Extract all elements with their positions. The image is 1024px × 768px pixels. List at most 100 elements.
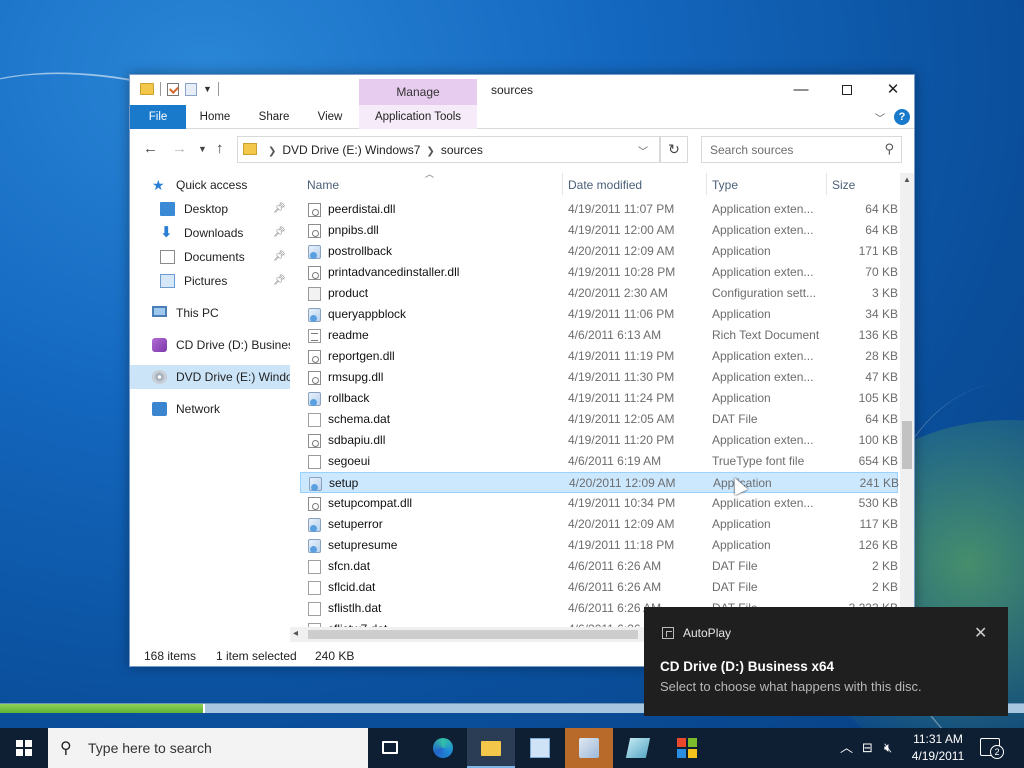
tab-share[interactable]: Share [248, 105, 300, 129]
horizontal-scroll-thumb[interactable] [308, 630, 638, 639]
file-row[interactable]: setup 4/20/2011 12:09 AM Application 241 KB [300, 472, 899, 493]
taskbar-search-placeholder: Type here to search [88, 740, 212, 756]
file-row[interactable]: setuperror 4/20/2011 12:09 AM Application 1… [300, 514, 898, 535]
network-app-taskbar-button[interactable] [516, 728, 564, 768]
action-center-icon[interactable]: 2 [980, 738, 1004, 759]
column-header-type[interactable]: Type [712, 178, 738, 192]
close-button[interactable]: ✕ [870, 75, 916, 105]
file-size: 171 KB [858, 244, 898, 258]
file-dat-icon [308, 560, 321, 574]
windows-flag-taskbar-button[interactable] [663, 728, 711, 768]
breadcrumb-sources[interactable]: sources [441, 143, 483, 157]
file-type: Application [712, 538, 771, 552]
tab-file[interactable]: File [130, 105, 186, 129]
expand-ribbon-chevron-icon[interactable]: ﹀ [875, 110, 885, 125]
address-field[interactable]: ❯ DVD Drive (E:) Windows7 ❯ sources ﹀ [237, 136, 660, 163]
forward-arrow-icon[interactable]: → [172, 140, 187, 157]
nav-item-desktop[interactable]: Desktop 📌︎ [130, 197, 290, 221]
volume-muted-icon[interactable]: 🔇︎ [884, 728, 892, 768]
file-row[interactable]: peerdistai.dll 4/19/2011 11:07 PM Applicat… [300, 199, 898, 220]
file-cfg-icon [308, 287, 321, 301]
network-tray-icon[interactable]: ⊟ [862, 728, 873, 768]
setup-taskbar-button[interactable] [565, 728, 613, 768]
tab-application-tools[interactable]: Application Tools [359, 105, 477, 129]
taskbar: ⚲ Type here to search ︿ ⊟ 🔇︎ 11:31 AM 4/… [0, 728, 1024, 768]
ribbon-tabs: File Home Share View Application Tools ﹀… [130, 105, 914, 129]
column-header-date[interactable]: Date modified [568, 178, 642, 192]
nav-item-computer[interactable]: This PC [130, 301, 290, 325]
show-hidden-icons-chevron-icon[interactable]: ︿ [840, 728, 853, 768]
nav-item-download[interactable]: ⬇ Downloads 📌︎ [130, 221, 290, 245]
file-row[interactable]: segoeui 4/6/2011 6:19 AM TrueType font fil… [300, 451, 898, 472]
file-row[interactable]: printadvancedinstaller.dll 4/19/2011 10:2… [300, 262, 898, 283]
nav-item-documents[interactable]: Documents 📌︎ [130, 245, 290, 269]
autoplay-notification[interactable]: AutoPlay ✕ CD Drive (D:) Business x64 Se… [644, 607, 1008, 716]
clock[interactable]: 11:31 AM 4/19/2011 [906, 731, 970, 765]
breadcrumb-dvd-drive[interactable]: DVD Drive (E:) Windows7 [282, 143, 420, 157]
file-row[interactable]: schema.dat 4/19/2011 12:05 AM DAT File 64 K… [300, 409, 898, 430]
file-explorer-taskbar-button[interactable] [467, 728, 515, 768]
file-type: Application [712, 307, 771, 321]
recent-locations-chevron-icon[interactable]: ▼ [198, 144, 207, 154]
customize-toolbar-chevron-icon[interactable]: ▼ [203, 84, 212, 94]
minimize-button[interactable]: — [778, 75, 824, 105]
file-size: 34 KB [865, 307, 898, 321]
file-row[interactable]: readme 4/6/2011 6:13 AM Rich Text Document… [300, 325, 898, 346]
file-row[interactable]: queryappblock 4/19/2011 11:06 PM Applicati… [300, 304, 898, 325]
column-header-name[interactable]: Name [307, 178, 339, 192]
file-size: 64 KB [865, 202, 898, 216]
start-button[interactable] [0, 728, 48, 768]
notification-title: CD Drive (D:) Business x64 [660, 659, 835, 674]
vertical-scroll-thumb[interactable] [902, 421, 912, 469]
file-row[interactable]: product 4/20/2011 2:30 AM Configuration se… [300, 283, 898, 304]
new-folder-icon[interactable] [185, 82, 197, 96]
nav-item-pictures[interactable]: Pictures 📌︎ [130, 269, 290, 293]
tab-home[interactable]: Home [190, 105, 240, 129]
vertical-scrollbar[interactable]: ▲ [900, 173, 914, 615]
nav-item-cd-drive[interactable]: CD Drive (D:) Busines [130, 333, 290, 357]
task-view-button[interactable] [368, 728, 416, 768]
edge-taskbar-button[interactable] [419, 728, 467, 768]
horizontal-scrollbar[interactable]: ◂ [290, 627, 650, 642]
file-date: 4/6/2011 6:26 AM [568, 559, 662, 573]
nav-item-label: Quick access [176, 178, 248, 192]
file-type: Application exten... [712, 223, 814, 237]
nav-item-dvd-drive[interactable]: DVD Drive (E:) Windo [130, 365, 290, 389]
file-type: Application [712, 391, 771, 405]
documents-icon [160, 250, 175, 264]
file-row[interactable]: rollback 4/19/2011 11:24 PM Application 105… [300, 388, 898, 409]
file-row[interactable]: pnpibs.dll 4/19/2011 12:00 AM Application … [300, 220, 898, 241]
file-row[interactable]: setupresume 4/19/2011 11:18 PM Application… [300, 535, 898, 556]
file-row[interactable]: reportgen.dll 4/19/2011 11:19 PM Applicati… [300, 346, 898, 367]
file-row[interactable]: setupcompat.dll 4/19/2011 10:34 PM Applica… [300, 493, 898, 514]
contextual-tab-manage[interactable]: Manage [359, 79, 477, 106]
tab-view[interactable]: View [308, 105, 352, 129]
help-icon[interactable]: ? [894, 109, 910, 125]
taskbar-search-input[interactable]: ⚲ Type here to search [48, 728, 368, 768]
scroll-up-icon[interactable]: ▲ [903, 175, 911, 184]
search-input[interactable]: Search sources ⚲ [701, 136, 902, 163]
monitor-app-taskbar-button[interactable] [614, 728, 662, 768]
file-size: 136 KB [858, 328, 898, 342]
scroll-left-icon[interactable]: ◂ [293, 628, 298, 639]
file-size: 530 KB [858, 496, 898, 510]
notification-close-icon[interactable]: ✕ [974, 623, 987, 643]
up-arrow-icon[interactable]: ↑ [216, 140, 224, 157]
star-icon: ★ [152, 177, 165, 193]
nav-item-star[interactable]: ★ Quick access [130, 173, 290, 197]
file-row[interactable]: sfcn.dat 4/6/2011 6:26 AM DAT File 2 KB [300, 556, 898, 577]
file-size: 47 KB [865, 370, 898, 384]
refresh-button[interactable]: ↻ [660, 136, 688, 163]
column-header-size[interactable]: Size [832, 178, 855, 192]
back-arrow-icon[interactable]: ← [143, 140, 158, 157]
file-row[interactable]: rmsupg.dll 4/19/2011 11:30 PM Application … [300, 367, 898, 388]
file-row[interactable]: sflcid.dat 4/6/2011 6:26 AM DAT File 2 KB [300, 577, 898, 598]
file-size: 64 KB [865, 223, 898, 237]
properties-icon[interactable] [167, 82, 179, 96]
file-size: 64 KB [865, 412, 898, 426]
file-row[interactable]: sdbapiu.dll 4/19/2011 11:20 PM Application… [300, 430, 898, 451]
nav-item-network[interactable]: Network [130, 397, 290, 421]
file-row[interactable]: postrollback 4/20/2011 12:09 AM Applicatio… [300, 241, 898, 262]
maximize-button[interactable] [824, 75, 870, 105]
address-history-chevron-icon[interactable]: ﹀ [638, 143, 648, 158]
